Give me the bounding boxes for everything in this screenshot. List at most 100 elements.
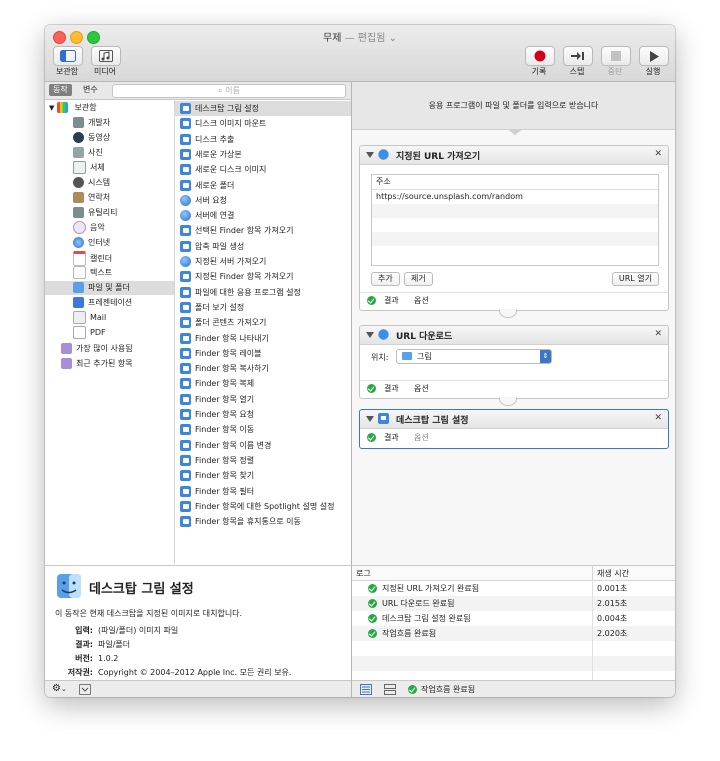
action-item-label: 폴더 콘텐츠 가져오기 [195,318,267,328]
library-item-photos[interactable]: 사진 [73,146,103,160]
add-url-button[interactable]: 추가 [371,272,400,286]
action-item[interactable]: 새로운 디스크 이미지 [175,162,351,177]
action-item[interactable]: 선택된 Finder 항목 가져오기 [175,223,351,238]
library-toggle-button[interactable] [53,46,83,66]
location-select[interactable]: 그림 ⇕ [396,349,552,364]
library-item-utilities[interactable]: 유틸리티 [73,206,117,220]
action-card-get-urls[interactable]: 지정된 URL 가져오기 ✕ 주소 https://source.unsplas… [359,145,669,311]
action-card-set-desktop-picture[interactable]: 데스크탑 그림 설정 ✕ 결과 옵션 [359,409,669,449]
action-item[interactable]: Finder 항목을 휴지통으로 이동 [175,514,351,529]
contacts-icon [73,192,84,203]
action-item-label: 폴더 보기 설정 [195,302,245,312]
action-item[interactable]: Finder 항목 이름 변경 [175,438,351,453]
action-item[interactable]: Finder 항목 복사하기 [175,361,351,376]
action-item[interactable]: Finder 항목 열기 [175,392,351,407]
action-item[interactable]: 서버 요청 [175,193,351,208]
action-item[interactable]: 폴더 보기 설정 [175,300,351,315]
description-toggle-button[interactable] [79,684,91,695]
action-item[interactable]: 지정된 Finder 항목 가져오기 [175,269,351,284]
library-item-mail[interactable]: Mail [73,311,106,325]
run-button[interactable] [639,46,669,66]
action-item[interactable]: Finder 항목 나타내기 [175,331,351,346]
music-note-icon [99,50,113,62]
action-item-label: 새로운 가상본 [195,149,242,159]
action-item[interactable]: Finder 항목 찾기 [175,468,351,483]
safari-icon [378,329,389,340]
stop-button[interactable] [601,46,631,66]
action-item[interactable]: 디스크 추출 [175,132,351,147]
action-item[interactable]: 새로운 폴더 [175,178,351,193]
close-icon[interactable]: ✕ [654,413,662,423]
results-toggle[interactable]: 결과 [384,432,399,443]
action-item[interactable]: 폴더 콘텐츠 가져오기 [175,315,351,330]
tab-actions[interactable]: 동작 [49,84,72,96]
library-item-internet[interactable]: 인터넷 [73,236,110,250]
options-toggle[interactable]: 옵션 [414,295,429,306]
action-item-label: Finder 항목에 대한 Spotlight 설명 설정 [195,501,335,511]
finder-icon [180,179,191,191]
disclosure-open-icon[interactable] [366,332,374,338]
action-item[interactable]: Finder 항목 복제 [175,376,351,391]
library-item-system[interactable]: 시스템 [73,176,110,190]
library-item-text[interactable]: 텍스트 [73,266,112,280]
finder-icon [180,424,191,436]
action-item[interactable]: Finder 항목 필터 [175,484,351,499]
action-item[interactable]: Finder 항목 레이블 [175,346,351,361]
search-input[interactable]: ⌕ 이름 [112,84,346,98]
tab-variables[interactable]: 변수 [79,84,102,96]
action-item[interactable]: 파일에 대한 응용 프로그램 설정 [175,285,351,300]
remove-url-button[interactable]: 제거 [404,272,433,286]
results-toggle[interactable]: 결과 [384,383,399,394]
library-item-presentations[interactable]: 프레젠테이션 [73,296,132,310]
url-row[interactable]: https://source.unsplash.com/random [372,190,658,204]
library-item-developer[interactable]: 개발자 [73,116,110,130]
finder-icon [378,413,389,424]
library-item-fonts[interactable]: 서체 [73,161,105,175]
action-card-download-urls[interactable]: URL 다운로드 ✕ 위치: 그림 ⇕ 결과 옵션 [359,325,669,399]
action-item[interactable]: Finder 항목 이동 [175,422,351,437]
workflow-area[interactable]: 응용 프로그램이 파일 및 폴더를 입력으로 받습니다 지정된 URL 가져오기… [352,82,675,565]
open-url-button[interactable]: URL 열기 [611,272,659,286]
finder-icon [180,301,191,313]
workflow-pane: 응용 프로그램이 파일 및 폴더를 입력으로 받습니다 지정된 URL 가져오기… [352,82,675,697]
media-button[interactable] [91,46,121,66]
action-item[interactable]: 서버에 연결 [175,208,351,223]
disclosure-open-icon[interactable] [366,152,374,158]
library-item-movies[interactable]: 동영상 [73,131,110,145]
record-button[interactable] [525,46,555,66]
action-item[interactable]: Finder 항목에 대한 Spotlight 설명 설정 [175,499,351,514]
search-icon: ⌕ [218,86,223,95]
step-button[interactable] [563,46,593,66]
play-icon [650,50,659,62]
close-icon[interactable]: ✕ [654,329,662,339]
options-toggle[interactable]: 옵션 [414,432,429,443]
results-toggle[interactable]: 결과 [384,295,399,306]
action-item-label: Finder 항목 이동 [195,425,255,435]
library-item-files-folders[interactable]: 파일 및 폴더 [45,281,174,295]
window-title[interactable]: 무제 — 편집됨 ⌄ [45,29,675,44]
library-item-pdf[interactable]: PDF [73,326,106,340]
duration-column-header[interactable]: 재생 시간 [597,568,629,579]
disclosure-open-icon[interactable] [366,416,374,422]
action-item[interactable]: 지정된 서버 가져오기 [175,254,351,269]
close-icon[interactable]: ✕ [654,149,662,159]
variables-view-icon[interactable] [384,684,396,695]
library-root[interactable]: ▼ 보관함 [49,101,97,115]
library-item-calendar[interactable]: 캘린더 [73,251,112,266]
action-gear-menu[interactable]: ⚙⌄ [52,683,67,694]
finder-icon [180,378,191,390]
action-item[interactable]: 압축 파일 생성 [175,239,351,254]
action-item[interactable]: 새로운 가상본 [175,147,351,162]
action-item[interactable]: 디스크 이미지 마운트 [175,116,351,131]
options-toggle[interactable]: 옵션 [414,383,429,394]
library-most-used[interactable]: 가장 많이 사용됨 [61,342,133,356]
action-item[interactable]: Finder 항목 요청 [175,407,351,422]
library-item-music[interactable]: 음악 [73,221,105,235]
log-column-header[interactable]: 로그 [356,568,371,579]
library-item-contacts[interactable]: 연락처 [73,191,110,205]
action-item[interactable]: 데스크탑 그림 설정 [175,101,351,116]
library-recently-added[interactable]: 최근 추가된 항목 [61,357,133,371]
list-view-icon[interactable] [360,684,372,695]
log-row [352,656,675,671]
action-item[interactable]: Finder 항목 정렬 [175,453,351,468]
